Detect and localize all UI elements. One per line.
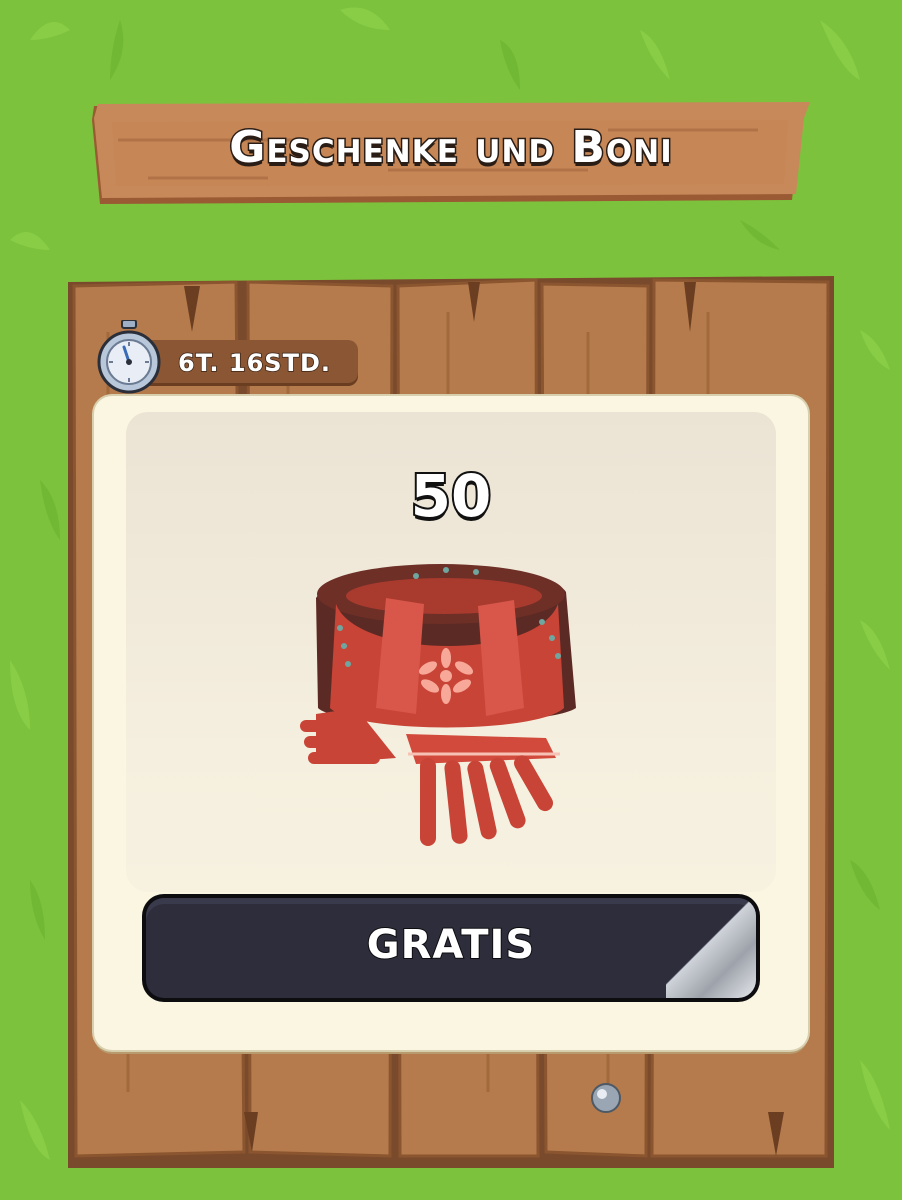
claim-button-label: GRATIS <box>366 921 536 969</box>
reward-amount: 50 <box>409 460 494 532</box>
title-banner: Geschenke und Boni <box>88 100 814 208</box>
nail-icon <box>591 1083 621 1113</box>
timer-text: 6T. 16STD. <box>177 348 331 378</box>
page-title: Geschenke und Boni <box>228 121 674 175</box>
scarf-icon <box>300 564 576 846</box>
offer-timer: 6T. 16STD. <box>94 320 364 394</box>
stopwatch-icon <box>97 320 161 394</box>
claim-free-button[interactable]: GRATIS <box>146 898 756 998</box>
